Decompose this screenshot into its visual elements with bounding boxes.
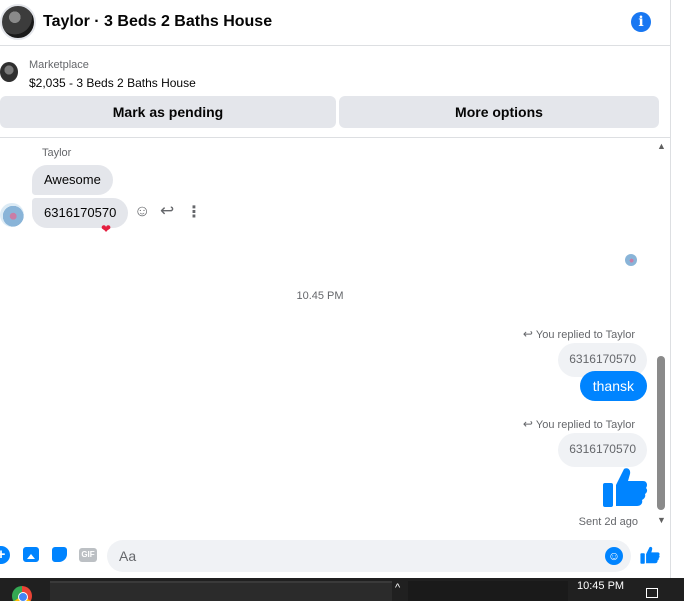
reply-arrow-icon: ↩	[522, 327, 533, 341]
quoted-message[interactable]: 6316170570	[558, 433, 647, 467]
chrome-icon[interactable]	[12, 586, 32, 601]
system-tray[interactable]	[408, 581, 568, 601]
sticker-icon[interactable]	[52, 547, 67, 562]
heart-reaction-icon[interactable]: ❤	[101, 222, 111, 236]
reply-indicator: ↩ You replied to Taylor	[523, 417, 635, 431]
scrollbar-thumb[interactable]	[657, 356, 665, 510]
scroll-track[interactable]	[670, 0, 684, 578]
more-options-button[interactable]: More options	[339, 96, 659, 128]
plus-icon[interactable]: +	[0, 546, 10, 564]
message-bubble-incoming[interactable]: Awesome	[32, 165, 113, 195]
taskbar-clock[interactable]: 10:45 PM	[577, 580, 624, 592]
sent-status: Sent 2d ago	[578, 516, 638, 528]
chevron-up-icon[interactable]: ^	[395, 582, 400, 594]
scroll-down-arrow-icon[interactable]: ▼	[657, 515, 666, 525]
thumbs-up-icon[interactable]	[602, 465, 648, 509]
message-bubble-outgoing[interactable]: thansk	[579, 371, 647, 401]
photo-icon[interactable]	[23, 547, 39, 562]
listing-thumbnail[interactable]	[0, 62, 18, 82]
sender-avatar[interactable]	[0, 203, 24, 227]
message-composer: + GIF ☺	[0, 535, 670, 577]
emoji-icon[interactable]: ☺	[605, 547, 623, 565]
conversation-title[interactable]: Taylor · 3 Beds 2 Baths House	[43, 13, 272, 31]
message-input[interactable]	[107, 540, 631, 572]
reply-arrow-icon: ↩	[522, 417, 533, 431]
thumbs-up-icon[interactable]	[640, 545, 660, 565]
contact-avatar[interactable]	[0, 4, 36, 40]
notification-icon[interactable]	[646, 588, 658, 598]
scroll-up-arrow-icon[interactable]: ▲	[657, 141, 666, 151]
conversation-header: Taylor · 3 Beds 2 Baths House i	[0, 0, 670, 46]
os-taskbar: ^ 10:45 PM	[0, 578, 684, 601]
reply-indicator: ↩ You replied to Taylor	[523, 327, 635, 341]
reply-arrow-icon[interactable]: ↩	[160, 201, 174, 221]
more-vertical-icon[interactable]: ⋮	[186, 202, 202, 222]
seen-receipt-avatar	[625, 254, 637, 266]
gif-icon[interactable]: GIF	[79, 548, 97, 562]
message-timestamp: 10.45 PM	[296, 290, 344, 302]
taskbar-app-area[interactable]	[50, 581, 392, 601]
react-smile-icon[interactable]: ☺	[134, 203, 150, 221]
message-bubble-incoming[interactable]: 6316170570	[32, 198, 129, 228]
listing-price-title[interactable]: $2,035 - 3 Beds 2 Baths House	[29, 76, 196, 90]
sender-name: Taylor	[42, 147, 72, 159]
reply-label: You replied to Taylor	[535, 419, 635, 431]
message-thread[interactable]: Taylor Awesome 6316170570 ❤ ☺ ↩ ⋮ 10.45 …	[0, 139, 656, 534]
marketplace-listing: Marketplace $2,035 - 3 Beds 2 Baths Hous…	[0, 50, 670, 138]
mark-as-pending-button[interactable]: Mark as pending	[0, 96, 336, 128]
messenger-window: Taylor · 3 Beds 2 Baths House i Marketpl…	[0, 0, 684, 601]
listing-source: Marketplace	[29, 59, 89, 71]
reply-label: You replied to Taylor	[535, 329, 635, 341]
info-icon[interactable]: i	[631, 12, 651, 32]
